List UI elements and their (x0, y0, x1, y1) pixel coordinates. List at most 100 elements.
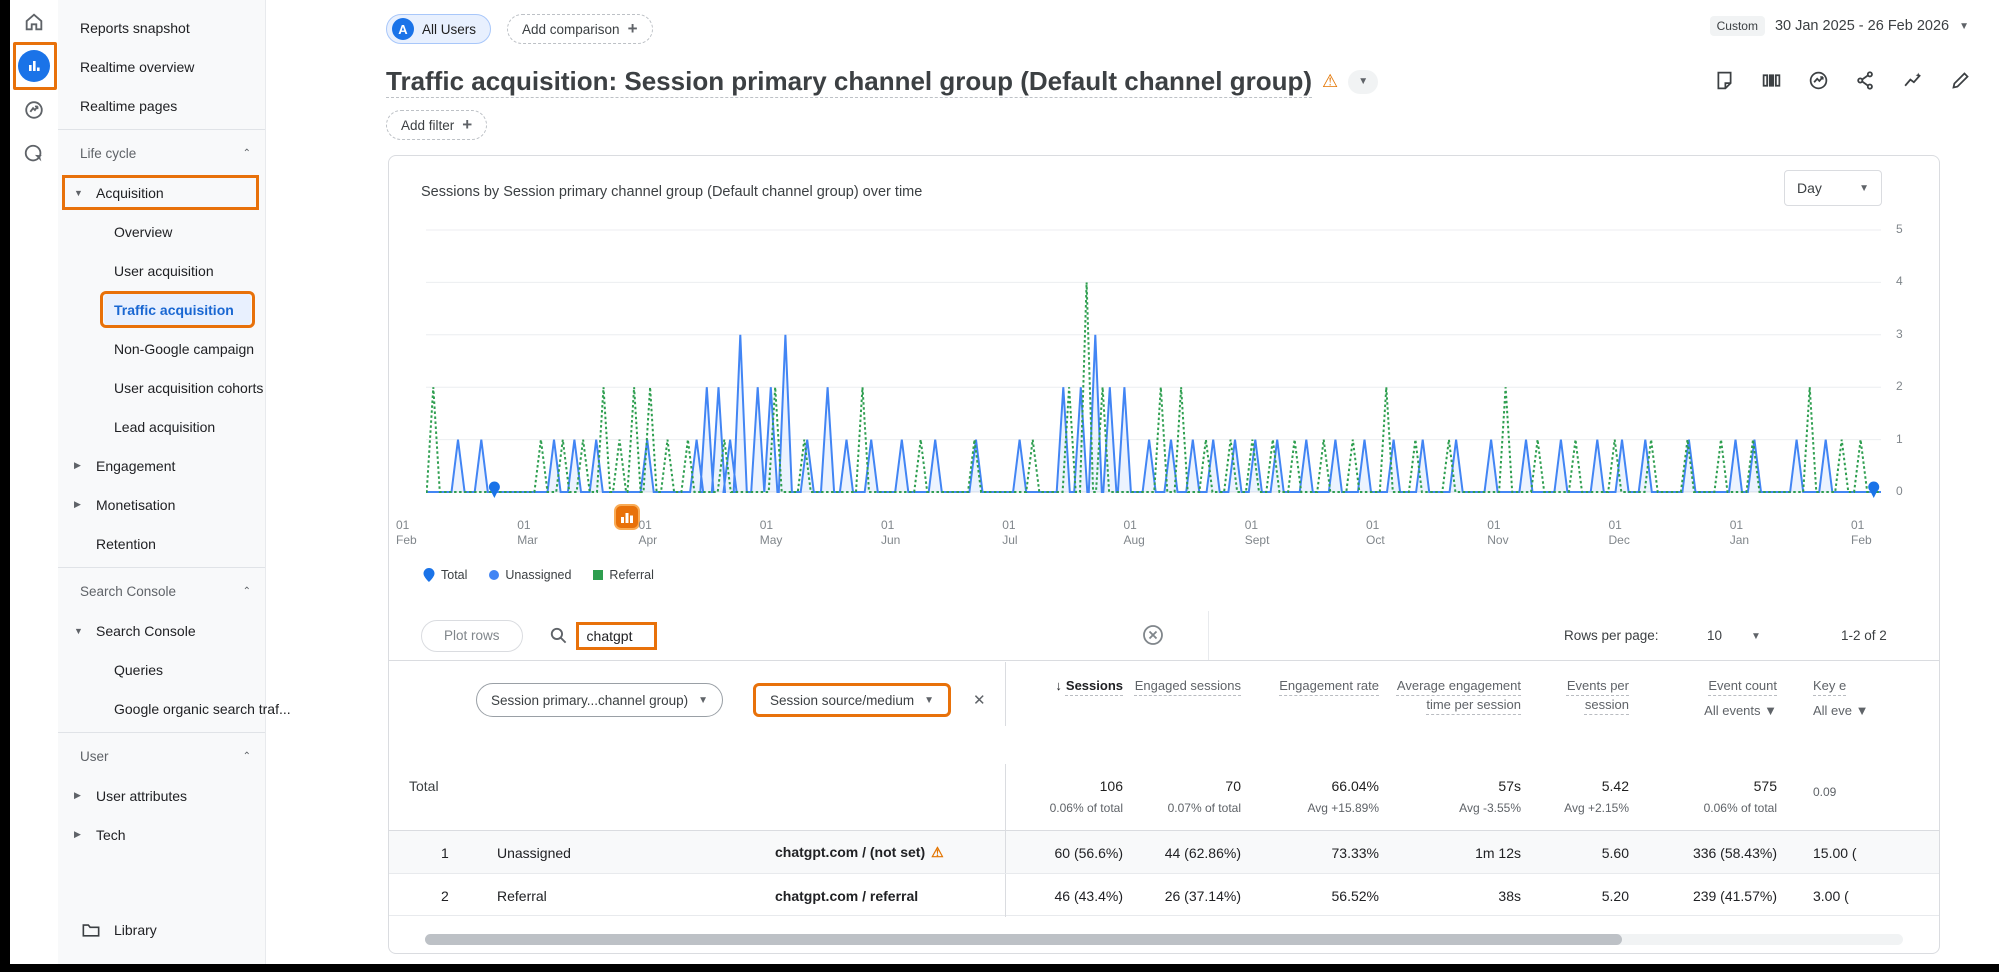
arrow-collapsed-icon[interactable]: ▶ (74, 460, 84, 471)
sidebar-item-realtime-pages[interactable]: Realtime pages (58, 86, 265, 125)
share-icon[interactable] (1855, 70, 1876, 91)
column-header-events-per-session[interactable]: Events per session (1531, 662, 1639, 726)
clear-search-icon[interactable] (1141, 623, 1165, 650)
chevron-down-icon: ▼ (1959, 21, 1969, 32)
column-header-key-e[interactable]: Key eAll eve ▼ (1787, 662, 1940, 726)
x-tick-8: 01Oct (1366, 518, 1426, 548)
comparison-icon[interactable] (1761, 70, 1782, 91)
sidebar-item-label: Tech (96, 827, 126, 843)
arrow-collapsed-icon[interactable]: ▶ (74, 790, 84, 801)
search-input[interactable]: chatgpt (576, 622, 658, 650)
sidebar-item-retention[interactable]: Retention (58, 524, 265, 563)
horizontal-scrollbar (425, 934, 1903, 945)
rows-per-page-value[interactable]: 10 (1707, 628, 1722, 643)
sidebar-divider (58, 567, 265, 568)
chevron-up-icon[interactable]: ⌃ (243, 586, 251, 597)
edit-icon[interactable] (1950, 70, 1971, 91)
sidebar-item-google-organic-search-traf[interactable]: Google organic search traf... (58, 689, 265, 728)
y-tick-3: 3 (1896, 327, 1926, 341)
x-tick-5: 01Jul (1002, 518, 1062, 548)
sidebar-item-acquisition[interactable]: ▼Acquisition (58, 173, 265, 212)
scrollbar-thumb[interactable] (425, 934, 1622, 945)
add-filter-button[interactable]: Add filter + (386, 110, 487, 140)
table-header: Session primary...channel group) ▼ Sessi… (389, 662, 1940, 726)
sidebar-item-traffic-acquisition[interactable]: Traffic acquisition (58, 290, 265, 329)
sidebar-item-label: Monetisation (96, 497, 175, 513)
sidebar-item-queries[interactable]: Queries (58, 650, 265, 689)
sidebar-section-user[interactable]: User⌃ (58, 737, 265, 776)
y-tick-1: 1 (1896, 432, 1926, 446)
sidebar-item-engagement[interactable]: ▶Engagement (58, 446, 265, 485)
reports-icon[interactable] (10, 44, 58, 88)
sidebar-section-life-cycle[interactable]: Life cycle⌃ (58, 134, 265, 173)
legend-pin-icon (423, 568, 435, 582)
remove-dimension-icon[interactable]: ✕ (973, 691, 986, 709)
x-tick-2: 01Apr (639, 518, 699, 548)
y-tick-2: 2 (1896, 379, 1926, 393)
plot-rows-button[interactable]: Plot rows (421, 620, 523, 652)
column-header-engaged-sessions[interactable]: Engaged sessions (1133, 662, 1251, 726)
arrow-expanded-icon[interactable]: ▼ (74, 626, 84, 636)
sidebar-item-label: User acquisition (114, 263, 214, 279)
sidebar-item-tech[interactable]: ▶ Tech (58, 815, 265, 854)
sidebar-item-realtime-overview[interactable]: Realtime overview (58, 47, 265, 86)
event-filter-select[interactable]: All events ▼ (1639, 701, 1777, 720)
sidebar-item-label: Non-Google campaign (114, 341, 254, 357)
row-metric-4: 5.60 (1531, 831, 1639, 874)
home-icon[interactable] (10, 0, 58, 44)
sparkline-insights-icon[interactable] (1902, 70, 1924, 91)
column-header-event-count[interactable]: Event countAll events ▼ (1639, 662, 1787, 726)
table-row-1[interactable]: 1Unassignedchatgpt.com / (not set)⚠60 (5… (389, 830, 1940, 873)
column-header-sessions[interactable]: ↓Sessions (1005, 662, 1133, 726)
sidebar-item-user-acquisition[interactable]: User acquisition (58, 251, 265, 290)
secondary-dimension-select[interactable]: Session source/medium ▼ (753, 683, 951, 717)
sidebar-item-user-acquisition-cohorts[interactable]: User acquisition cohorts (58, 368, 265, 407)
sidebar-item-overview[interactable]: Overview (58, 212, 265, 251)
row-metric-2: 73.33% (1251, 831, 1389, 874)
arrow-collapsed-icon[interactable]: ▶ (74, 829, 84, 840)
sidebar-item-user-attributes[interactable]: ▶User attributes (58, 776, 265, 815)
event-filter-select[interactable]: All eve ▼ (1813, 701, 1940, 720)
x-tick-3: 01May (760, 518, 820, 548)
y-tick-5: 5 (1896, 222, 1926, 236)
arrow-collapsed-icon[interactable]: ▶ (74, 499, 84, 510)
x-tick-4: 01Jun (881, 518, 941, 548)
row-metric-5: 336 (58.43%) (1639, 831, 1787, 874)
sidebar-item-lead-acquisition[interactable]: Lead acquisition (58, 407, 265, 446)
total-marker-tip-1 (1870, 490, 1878, 498)
date-range-picker[interactable]: Custom 30 Jan 2025 - 26 Feb 2026 ▼ (1710, 16, 1969, 36)
chevron-up-icon[interactable]: ⌃ (243, 751, 251, 762)
table-controls: Plot rows chatgpt Rows per page: 10 ▼ 1-… (389, 611, 1939, 661)
arrow-expanded-icon[interactable]: ▼ (74, 188, 84, 198)
segment-pill-all-users[interactable]: A All Users (386, 14, 491, 44)
table-row-2[interactable]: 2Referralchatgpt.com / referral46 (43.4%… (389, 873, 1940, 916)
column-label: Engaged sessions (1135, 678, 1241, 693)
library-label: Library (114, 922, 157, 938)
sidebar-item-search-console[interactable]: ▼Search Console (58, 611, 265, 650)
title-dropdown-button[interactable]: ▼ (1348, 70, 1378, 94)
x-tick-7: 01Sept (1245, 518, 1305, 548)
primary-dimension-select[interactable]: Session primary...channel group) ▼ (476, 683, 723, 717)
plus-icon: + (628, 19, 638, 39)
sidebar-item-non-google-campaign[interactable]: Non-Google campaign (58, 329, 265, 368)
chevron-down-icon[interactable]: ▼ (1751, 631, 1761, 642)
sidebar-divider (58, 129, 265, 130)
column-header-engagement-rate[interactable]: Engagement rate (1251, 662, 1389, 726)
insights-circle-icon[interactable] (1808, 70, 1829, 91)
sidebar-item-label: Traffic acquisition (114, 302, 234, 318)
advertising-icon[interactable] (10, 132, 58, 176)
column-header-average-engagement-time-per-session[interactable]: Average engagement time per session (1389, 662, 1531, 726)
chevron-up-icon[interactable]: ⌃ (243, 148, 251, 159)
sidebar-item-reports-snapshot[interactable]: Reports snapshot (58, 8, 265, 47)
x-tick-11: 01Jan (1730, 518, 1790, 548)
notes-icon[interactable] (1714, 70, 1735, 91)
granularity-select[interactable]: Day ▼ (1784, 170, 1882, 206)
sidebar-section-search-console[interactable]: Search Console⌃ (58, 572, 265, 611)
sidebar-item-monetisation[interactable]: ▶ Monetisation (58, 485, 265, 524)
sidebar-item-library[interactable]: Library (58, 912, 265, 948)
add-comparison-button[interactable]: Add comparison + (507, 14, 653, 44)
explore-icon[interactable] (10, 88, 58, 132)
table-search[interactable]: chatgpt (549, 622, 658, 650)
sidebar-item-label: Queries (114, 662, 163, 678)
row-index: 2 (389, 888, 477, 904)
